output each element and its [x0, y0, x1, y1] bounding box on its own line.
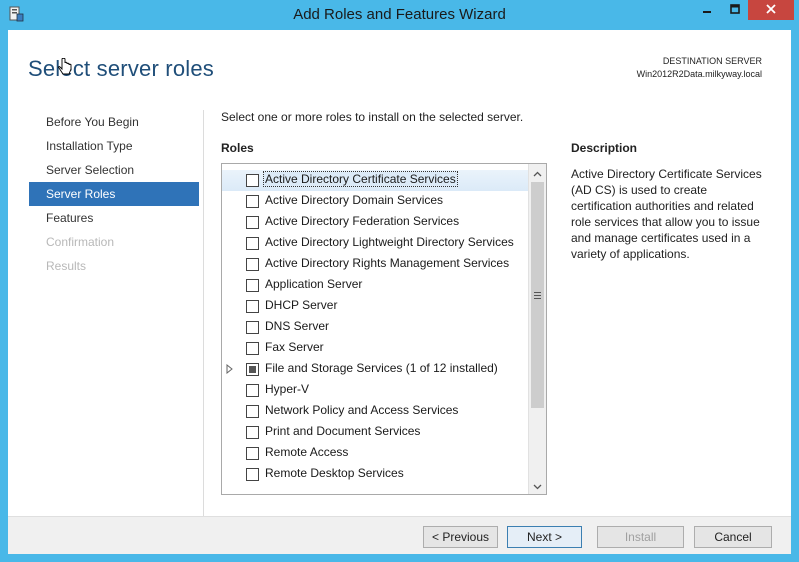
wizard-window: Add Roles and Features Wizard Select ser…: [0, 0, 799, 562]
role-label[interactable]: Network Policy and Access Services: [265, 403, 458, 417]
role-checkbox[interactable]: [246, 258, 259, 271]
list-item[interactable]: File and Storage Services (1 of 12 insta…: [222, 359, 528, 380]
hand-cursor-icon: [58, 57, 72, 78]
list-item[interactable]: Active Directory Lightweight Directory S…: [222, 233, 528, 254]
nav-divider: [203, 110, 204, 518]
cancel-button[interactable]: Cancel: [694, 526, 772, 548]
list-item[interactable]: Active Directory Federation Services: [222, 212, 528, 233]
role-checkbox[interactable]: [246, 195, 259, 208]
wizard-nav: Before You Begin Installation Type Serve…: [29, 110, 199, 278]
instruction-text: Select one or more roles to install on t…: [221, 110, 524, 124]
roles-list: Active Directory Certificate Services Ac…: [222, 170, 528, 485]
role-label[interactable]: DNS Server: [265, 319, 329, 333]
role-label[interactable]: Active Directory Rights Management Servi…: [265, 256, 509, 270]
scroll-thumb[interactable]: [531, 182, 544, 408]
list-item[interactable]: Network Policy and Access Services: [222, 401, 528, 422]
role-label[interactable]: Active Directory Lightweight Directory S…: [265, 235, 514, 249]
scroll-up-icon: [533, 166, 542, 180]
next-button[interactable]: Next >: [507, 526, 582, 548]
role-checkbox[interactable]: [246, 405, 259, 418]
destination-server-value: Win2012R2Data.milkyway.local: [636, 69, 762, 79]
role-checkbox[interactable]: [246, 237, 259, 250]
role-checkbox[interactable]: [246, 321, 259, 334]
wizard-footer: < Previous Next > Install Cancel: [8, 516, 791, 554]
role-checkbox[interactable]: [246, 363, 259, 376]
scroll-down-icon: [533, 479, 542, 493]
roles-list-box[interactable]: Active Directory Certificate Services Ac…: [221, 163, 547, 495]
nav-item-installation-type[interactable]: Installation Type: [29, 134, 199, 158]
previous-button[interactable]: < Previous: [423, 526, 498, 548]
role-label[interactable]: DHCP Server: [265, 298, 337, 312]
role-checkbox[interactable]: [246, 426, 259, 439]
nav-item-before-you-begin[interactable]: Before You Begin: [29, 110, 199, 134]
page-title: Select server roles: [28, 56, 214, 81]
close-button[interactable]: [748, 0, 794, 20]
description-heading: Description: [571, 141, 638, 155]
role-label[interactable]: Active Directory Federation Services: [265, 214, 459, 228]
role-label[interactable]: Application Server: [265, 277, 362, 291]
maximize-icon: [729, 3, 740, 17]
role-checkbox[interactable]: [246, 279, 259, 292]
scroll-up-button[interactable]: [529, 164, 546, 181]
role-label[interactable]: File and Storage Services (1 of 12 insta…: [265, 361, 498, 375]
list-item[interactable]: Active Directory Domain Services: [222, 191, 528, 212]
wizard-client-area: Select server roles DESTINATION SERVER W…: [8, 30, 791, 554]
role-checkbox[interactable]: [246, 447, 259, 460]
close-icon: [766, 3, 776, 17]
role-checkbox[interactable]: [246, 216, 259, 229]
list-item[interactable]: DHCP Server: [222, 296, 528, 317]
list-item[interactable]: Active Directory Rights Management Servi…: [222, 254, 528, 275]
scroll-grip-icon: [534, 288, 541, 302]
nav-item-server-selection[interactable]: Server Selection: [29, 158, 199, 182]
role-label[interactable]: Remote Desktop Services: [265, 466, 404, 480]
list-item[interactable]: Hyper-V: [222, 380, 528, 401]
install-button: Install: [597, 526, 684, 548]
role-checkbox[interactable]: [246, 300, 259, 313]
roles-heading: Roles: [221, 141, 254, 155]
minimize-icon: [702, 3, 712, 17]
list-item[interactable]: Fax Server: [222, 338, 528, 359]
nav-item-features[interactable]: Features: [29, 206, 199, 230]
role-label[interactable]: Active Directory Certificate Services: [263, 171, 458, 187]
role-label[interactable]: Print and Document Services: [265, 424, 420, 438]
list-item[interactable]: Remote Access: [222, 443, 528, 464]
role-label[interactable]: Fax Server: [265, 340, 324, 354]
title-bar[interactable]: Add Roles and Features Wizard: [0, 0, 799, 30]
role-checkbox[interactable]: [246, 174, 259, 187]
roles-scrollbar[interactable]: [528, 164, 546, 494]
list-item[interactable]: Active Directory Certificate Services: [222, 170, 528, 191]
minimize-button[interactable]: [693, 0, 721, 20]
description-text: Active Directory Certificate Services (A…: [571, 167, 762, 261]
nav-item-results: Results: [46, 259, 87, 273]
scroll-down-button[interactable]: [529, 477, 546, 494]
nav-item-confirmation: Confirmation: [46, 235, 115, 249]
window-title: Add Roles and Features Wizard: [293, 6, 506, 23]
nav-item-server-roles[interactable]: Server Roles: [29, 182, 199, 206]
role-checkbox[interactable]: [246, 342, 259, 355]
role-label[interactable]: Remote Access: [265, 445, 348, 459]
list-item[interactable]: DNS Server: [222, 317, 528, 338]
role-checkbox[interactable]: [246, 468, 259, 481]
list-item[interactable]: Print and Document Services: [222, 422, 528, 443]
destination-server-label: DESTINATION SERVER: [662, 56, 762, 66]
role-label[interactable]: Active Directory Domain Services: [265, 193, 443, 207]
list-item[interactable]: Remote Desktop Services: [222, 464, 528, 485]
list-item[interactable]: Application Server: [222, 275, 528, 296]
maximize-button[interactable]: [721, 0, 748, 20]
expand-arrow-icon[interactable]: [226, 363, 234, 375]
role-label[interactable]: Hyper-V: [265, 382, 309, 396]
role-checkbox[interactable]: [246, 384, 259, 397]
